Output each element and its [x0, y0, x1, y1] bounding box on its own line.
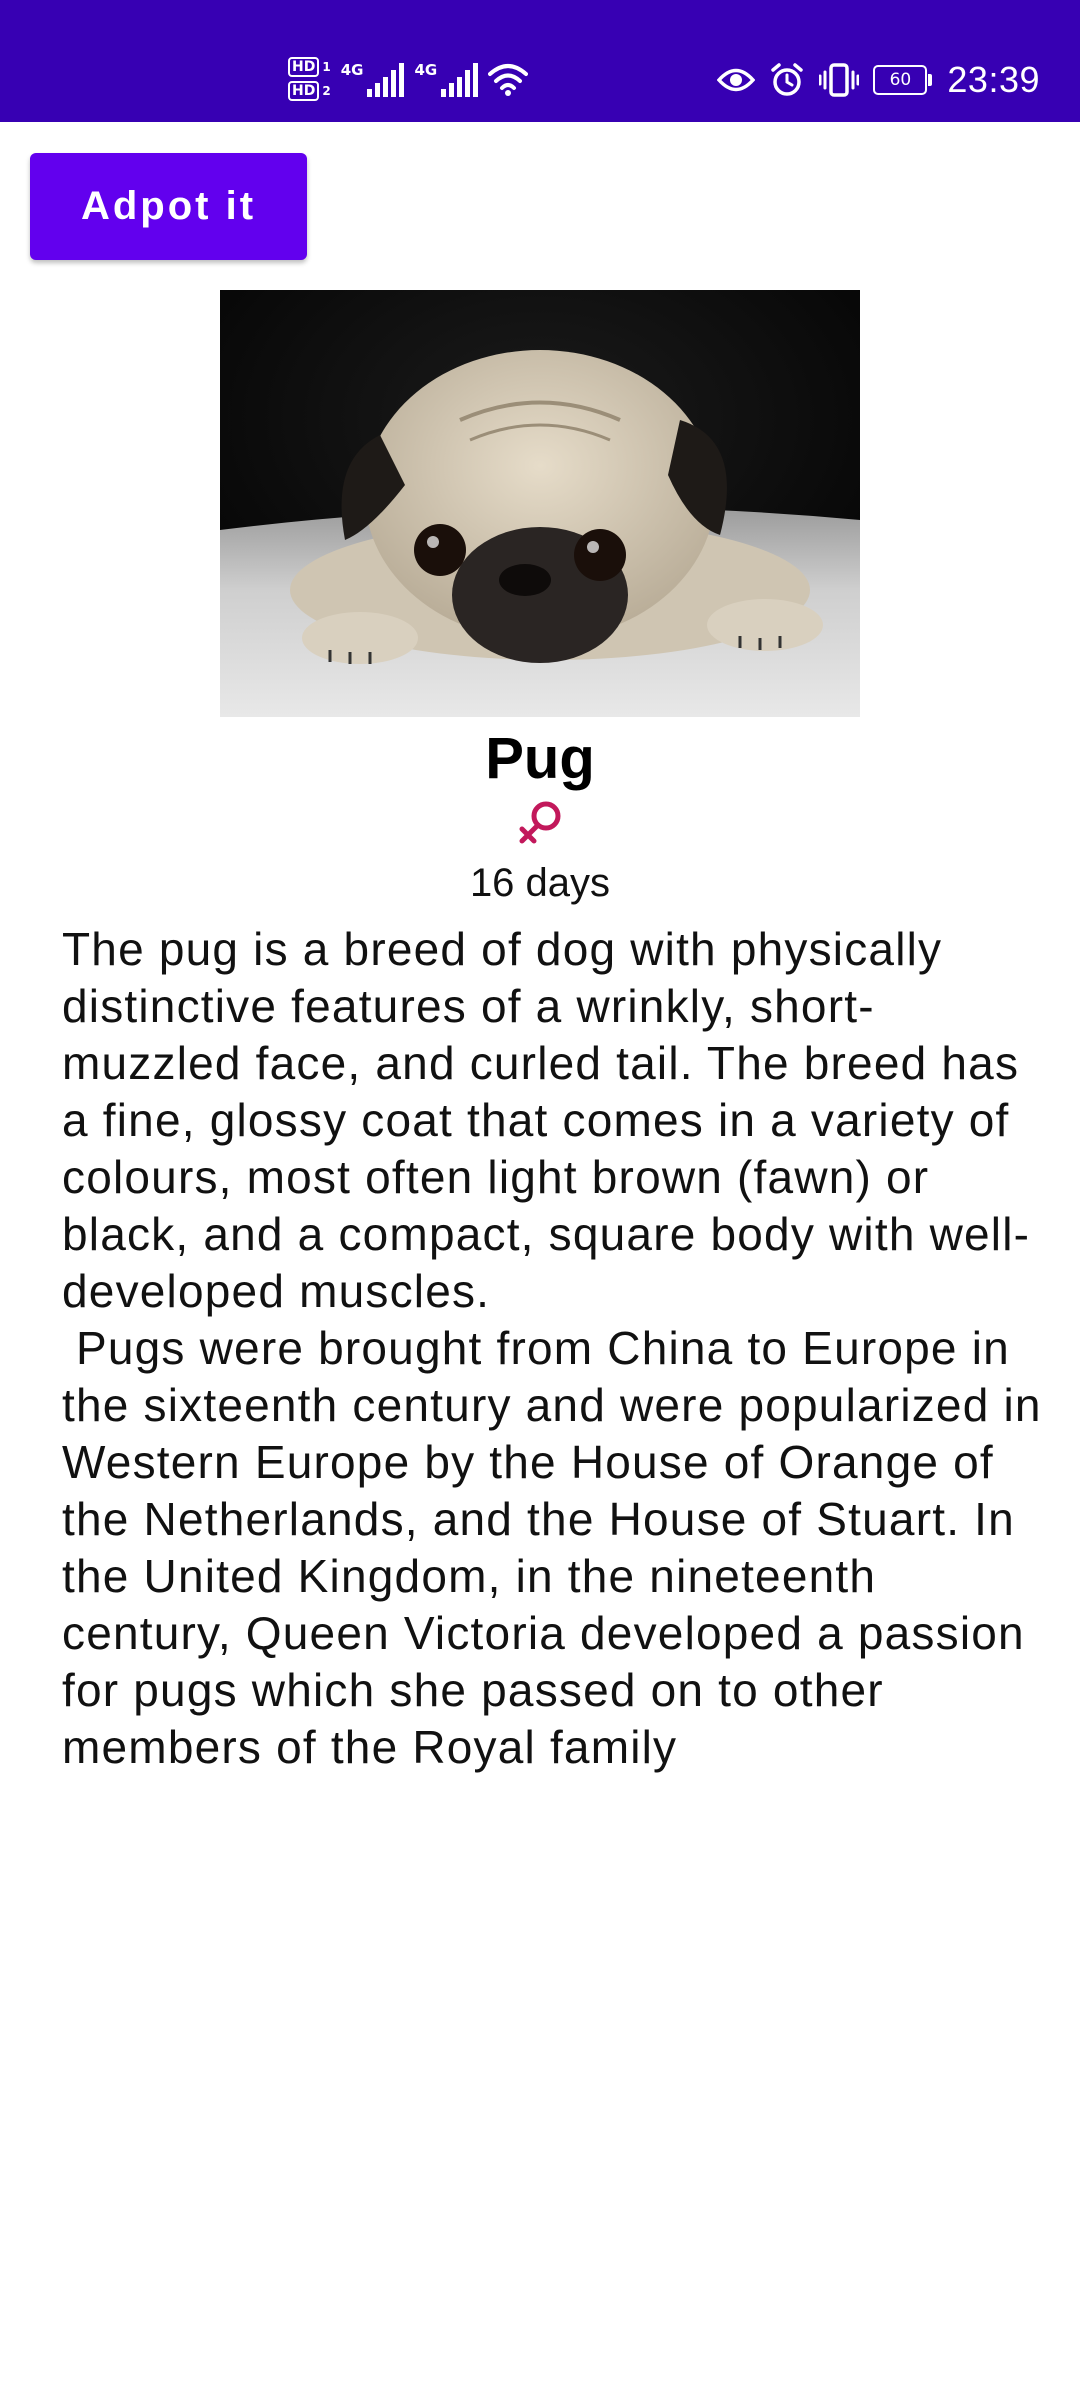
clock: 23:39 — [947, 59, 1040, 100]
pet-photo — [220, 290, 860, 717]
alarm-icon — [771, 63, 804, 96]
hd-label: HD — [288, 57, 320, 77]
pet-name: Pug — [485, 726, 595, 791]
adopt-button[interactable]: Adpot it — [30, 153, 307, 260]
female-icon — [519, 801, 561, 844]
eye-icon — [717, 68, 756, 92]
hd-indicator-2: HD 2 — [288, 81, 331, 101]
pet-description: The pug is a breed of dog with physicall… — [62, 923, 1042, 1773]
network-type: 4G — [340, 61, 364, 79]
network-2: 4G — [414, 57, 479, 101]
wifi-icon — [488, 64, 529, 96]
status-bar-left: HD 1 HD 2 4G 4G — [288, 46, 529, 112]
hd-indicator-1: HD 1 — [288, 57, 331, 77]
hd-index: 2 — [322, 84, 331, 98]
pet-age: 16 days — [469, 861, 611, 905]
hd-indicators: HD 1 HD 2 — [288, 57, 331, 101]
network-1: 4G — [341, 57, 405, 101]
hd-index: 1 — [322, 60, 331, 74]
hd-label: HD — [288, 81, 320, 101]
status-bar: HD 1 HD 2 4G 4G 60 23:39 — [0, 0, 1080, 122]
vibrate-icon — [819, 63, 860, 97]
signal-icon — [441, 63, 479, 97]
signal-icon — [367, 63, 405, 97]
network-type: 4G — [414, 61, 438, 79]
battery-icon: 60 — [873, 65, 933, 95]
status-bar-right: 60 23:39 — [717, 56, 1040, 104]
